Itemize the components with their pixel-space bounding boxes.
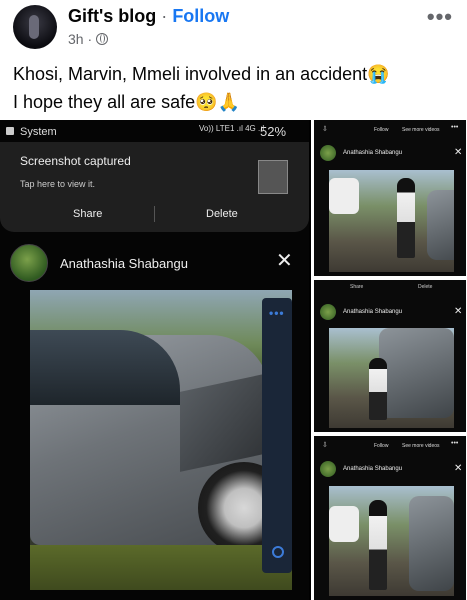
thumbnail-actionbar: Share Delete — [314, 284, 466, 298]
thumbnail-user: Anathashia Shabangu — [343, 309, 403, 315]
thumbnail-topbar: ⇩ Follow See more videos ••• — [314, 436, 466, 454]
see-more-label: See more videos — [402, 443, 440, 449]
see-more-label: See more videos — [402, 127, 440, 133]
delete-label: Delete — [418, 284, 433, 290]
post-meta: 3h · — [68, 31, 109, 47]
video-user-name[interactable]: Anathashia Shabangu — [60, 256, 188, 271]
car — [379, 328, 454, 418]
dots-icon[interactable]: ••• — [269, 306, 285, 320]
white-vehicle — [329, 506, 359, 542]
status-app-label: System — [20, 126, 57, 138]
person — [397, 178, 415, 258]
page-avatar[interactable] — [13, 5, 57, 49]
main-screenshot[interactable]: System Vo)) LTE1 .ıl 4G .ıl 52% Screensh… — [0, 120, 309, 600]
thumbnail-photo — [329, 328, 454, 428]
battery-level: 52% — [260, 124, 287, 139]
grass — [30, 545, 292, 590]
thumbnail-topbar: ⇩ Follow See more videos ••• — [314, 120, 466, 138]
signal-icon: Vo)) LTE1 .ıl 4G .ıl — [199, 124, 265, 133]
thumbnail-user: Anathashia Shabangu — [343, 466, 403, 472]
dots-icon: ••• — [451, 440, 459, 447]
more-options-icon[interactable]: ••• — [427, 4, 453, 30]
close-icon: ✕ — [454, 306, 463, 317]
post-image-collage[interactable]: System Vo)) LTE1 .ıl 4G .ıl 52% Screensh… — [0, 120, 467, 600]
dots-icon: ••• — [451, 124, 459, 131]
post-time[interactable]: 3h · — [68, 31, 92, 47]
thumbnail-column: ⇩ Follow See more videos ••• Anathashia … — [311, 120, 467, 600]
page-name-link[interactable]: Gift's blog — [68, 6, 156, 26]
video-user-avatar[interactable] — [10, 244, 48, 282]
follow-label: Follow — [374, 127, 389, 133]
screenshot-notification[interactable]: Screenshot captured Tap here to view it.… — [0, 142, 309, 232]
thumbnail-avatar — [320, 461, 336, 477]
post-author: Gift's blog · Follow — [68, 6, 229, 27]
share-label: Share — [350, 284, 364, 290]
person — [369, 500, 387, 590]
post-caption: Khosi, Marvin, Mmeli involved in an acci… — [13, 60, 390, 116]
delete-button[interactable]: Delete — [206, 208, 238, 220]
thumbnail-2[interactable]: Share Delete Anathashia Shabangu ✕ — [314, 280, 466, 432]
notification-title: Screenshot captured — [20, 154, 131, 168]
system-icon — [6, 127, 14, 135]
follow-label: Follow — [374, 443, 389, 449]
thumbnail-1[interactable]: ⇩ Follow See more videos ••• Anathashia … — [314, 120, 466, 276]
accident-car-photo — [30, 290, 292, 590]
thumbnail-photo — [329, 486, 454, 596]
thumbnail-user: Anathashia Shabangu — [343, 150, 403, 156]
globe-icon — [96, 33, 109, 45]
caption-line-2: I hope they all are safe🥺🙏 — [13, 92, 240, 112]
thumbnail-photo — [329, 170, 454, 272]
car — [427, 190, 454, 260]
download-icon: ⇩ — [322, 126, 328, 133]
thumbnail-3[interactable]: ⇩ Follow See more videos ••• Anathashia … — [314, 436, 466, 600]
follow-button[interactable]: Follow — [172, 6, 229, 26]
person — [369, 358, 387, 420]
video-side-panel[interactable]: ••• — [262, 298, 292, 573]
close-icon: ✕ — [454, 147, 463, 158]
screenshot-thumbnail[interactable] — [258, 160, 288, 194]
thumbnail-avatar — [320, 145, 336, 161]
share-button[interactable]: Share — [73, 208, 102, 220]
phone-status-bar: System Vo)) LTE1 .ıl 4G .ıl 52% — [0, 120, 309, 142]
download-icon: ⇩ — [322, 442, 328, 449]
post-header: Gift's blog · Follow 3h · ••• — [0, 0, 467, 55]
white-vehicle — [329, 178, 359, 214]
divider — [154, 206, 155, 222]
caption-line-1: Khosi, Marvin, Mmeli involved in an acci… — [13, 64, 390, 84]
separator: · — [161, 6, 168, 26]
car — [409, 496, 454, 591]
close-icon: ✕ — [454, 463, 463, 474]
notification-subtitle: Tap here to view it. — [20, 179, 96, 189]
close-icon[interactable]: ✕ — [276, 251, 293, 271]
pin-icon[interactable] — [272, 546, 284, 558]
thumbnail-avatar — [320, 304, 336, 320]
